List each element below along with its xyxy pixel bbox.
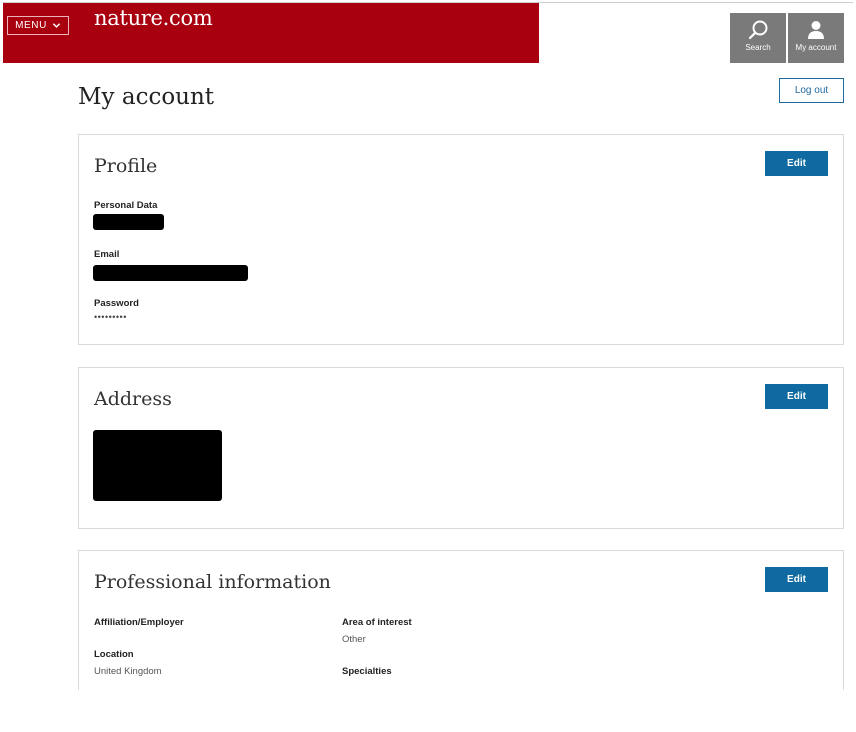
affiliation-label: Affiliation/Employer — [94, 617, 184, 628]
password-value: ••••••••• — [94, 312, 127, 322]
location-value: United Kingdom — [94, 666, 162, 677]
location-label: Location — [94, 649, 134, 660]
my-account-button[interactable]: My account — [788, 13, 844, 63]
menu-button-label: MENU — [15, 20, 47, 31]
profile-edit-button[interactable]: Edit — [765, 151, 828, 176]
address-title: Address — [94, 388, 172, 410]
specialties-label: Specialties — [342, 666, 392, 677]
menu-button[interactable]: MENU — [7, 16, 69, 35]
page-title: My account — [78, 84, 215, 110]
search-icon — [748, 20, 768, 40]
password-label: Password — [94, 298, 139, 309]
redacted-address — [93, 430, 222, 501]
personal-data-label: Personal Data — [94, 200, 158, 211]
professional-card: Professional information Edit Affiliatio… — [78, 550, 844, 690]
user-icon — [808, 21, 824, 39]
profile-card: Profile Edit Personal Data Email Passwor… — [78, 134, 844, 345]
address-card: Address Edit — [78, 367, 844, 529]
search-button-label: Search — [745, 43, 771, 52]
profile-title: Profile — [94, 155, 158, 177]
chevron-down-icon — [52, 23, 61, 28]
address-edit-button[interactable]: Edit — [765, 384, 828, 409]
professional-edit-button[interactable]: Edit — [765, 567, 828, 592]
email-label: Email — [94, 249, 120, 260]
search-button[interactable]: Search — [730, 13, 786, 63]
site-logo[interactable]: nature.com — [94, 6, 213, 30]
redacted-personal-data — [93, 214, 164, 230]
redacted-email — [93, 265, 248, 281]
area-of-interest-value: Other — [342, 634, 366, 645]
brand-header-bar — [3, 3, 539, 63]
my-account-button-label: My account — [795, 43, 837, 52]
area-of-interest-label: Area of interest — [342, 617, 412, 628]
professional-title: Professional information — [94, 571, 331, 593]
logout-button[interactable]: Log out — [779, 78, 844, 103]
